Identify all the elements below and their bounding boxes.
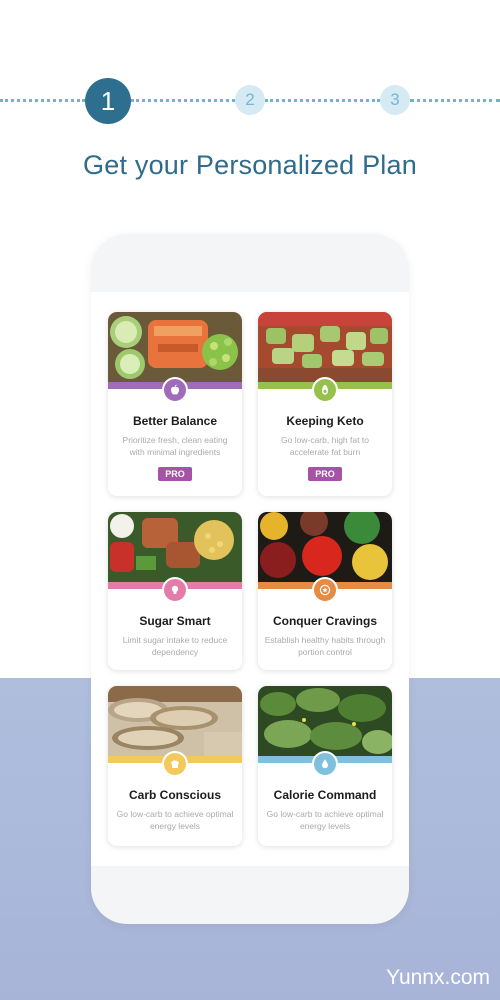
bread-icon [162,751,188,777]
plan-card-conquer-cravings[interactable]: Conquer Cravings Establish healthy habit… [258,512,392,670]
plan-card-keeping-keto[interactable]: Keeping Keto Go low-carb, high fat to ac… [258,312,392,496]
step-connector [0,99,85,102]
step-3[interactable]: 3 [380,85,410,115]
apple-icon [162,377,188,403]
plan-photo [258,512,392,582]
step-1[interactable]: 1 [85,78,131,124]
plan-description: Go low-carb to achieve optimal energy le… [266,809,384,831]
step-connector [265,99,380,102]
plan-photo [258,312,392,382]
plan-description: Go low-carb to achieve optimal energy le… [116,809,234,831]
step-2[interactable]: 2 [235,85,265,115]
plan-name: Sugar Smart [139,614,211,628]
plan-card-better-balance[interactable]: Better Balance Prioritize fresh, clean e… [108,312,242,496]
lightbulb-icon [162,577,188,603]
pro-badge: PRO [308,467,342,481]
plan-name: Keeping Keto [286,414,364,428]
plan-description: Establish healthy habits through portion… [264,635,386,657]
avocado-icon [312,377,338,403]
page-title: Get your Personalized Plan [83,150,417,180]
plan-card-sugar-smart[interactable]: Sugar Smart Limit sugar intake to reduce… [108,512,242,670]
plan-description: Prioritize fresh, clean eating with mini… [122,435,228,457]
plan-description: Limit sugar intake to reduce dependency [122,635,228,657]
plan-card-carb-conscious[interactable]: Carb Conscious Go low-carb to achieve op… [108,686,242,846]
plan-photo [108,312,242,382]
plan-photo [258,686,392,756]
plan-name: Better Balance [132,414,218,428]
step-indicator: 1 2 3 [0,78,500,124]
step-connector [131,99,235,102]
plan-name: Conquer Cravings [272,614,377,628]
water-drop-icon [312,751,338,777]
pro-badge: PRO [158,467,192,481]
plan-name: Carb Conscious [128,788,221,802]
plan-photo [108,512,242,582]
watermark: Yunnx.com [386,966,490,989]
plan-description: Go low-carb, high fat to accelerate fat … [281,435,369,457]
star-badge-icon [312,577,338,603]
step-connector [410,99,500,102]
plan-photo [108,686,242,756]
plan-name: Calorie Command [273,788,377,802]
phone-screen: Better Balance Prioritize fresh, clean e… [91,292,409,866]
plan-card-calorie-command[interactable]: Calorie Command Go low-carb to achieve o… [258,686,392,846]
phone-mockup: Better Balance Prioritize fresh, clean e… [91,234,409,924]
